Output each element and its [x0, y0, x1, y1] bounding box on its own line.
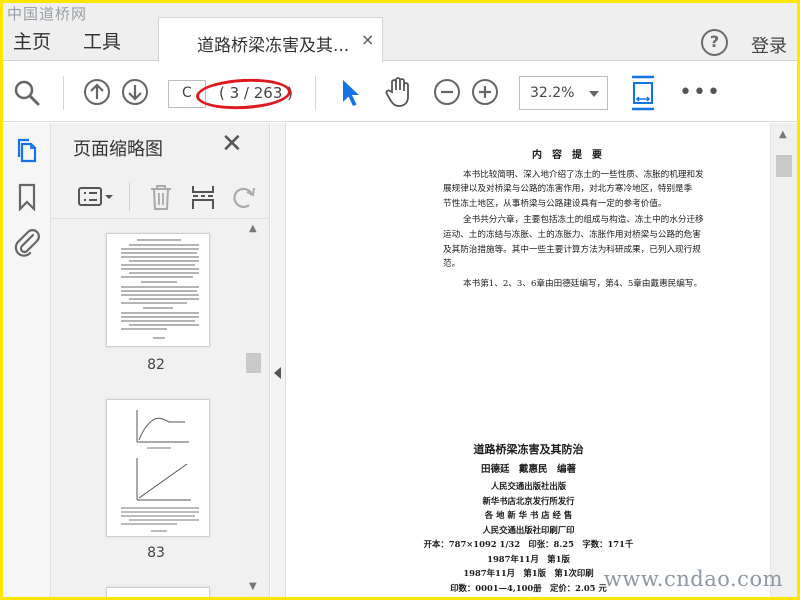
document-scrollbar[interactable]: ▲	[770, 123, 797, 597]
pub-line: 人民交通出版社出版	[490, 481, 567, 491]
pub-line: 人民交通出版社印刷厂印	[482, 524, 575, 535]
thumbnail-graph-content	[121, 410, 199, 532]
thumbnail-toolbar	[51, 173, 270, 219]
summary-paragraph-2-cont: 运动、土的冻结与冻胀、土的冻胀力、冻胀作用对桥梁与公路的危害 及其防治措施等。其…	[443, 228, 701, 272]
scroll-up-icon[interactable]: ▲	[779, 129, 787, 140]
rotate-page-icon[interactable]	[231, 183, 257, 211]
left-rail	[3, 123, 51, 597]
red-annotation-ellipse	[195, 76, 292, 112]
zoom-out-icon[interactable]	[433, 78, 461, 106]
thumbnail-page-82[interactable]	[106, 233, 210, 347]
pdf-reader-window: 中国道桥网 主页 工具 道路桥梁冻害及其... × ? 登录 C ( 3 / 2…	[3, 3, 797, 597]
summary-line: 运动、土的冻结与冻胀、土的冻胀力、冻胀作用对桥梁与公路的危害	[443, 230, 701, 240]
pub-line: 1987年11月 第1版	[487, 553, 570, 564]
thumbnail-scrollbar[interactable]: ▲ ▼	[245, 221, 262, 597]
fit-page-icon[interactable]	[629, 75, 657, 111]
summary-line: 展规律以及对桥梁与公路的冻害作用，对北方寒冷地区，特别是季	[443, 184, 693, 194]
book-authors: 田德廷 戴惠民 编著	[480, 464, 576, 475]
summary-paragraph-1-cont: 展规律以及对桥梁与公路的冻害作用，对北方寒冷地区，特别是季 节性冻土地区，从事桥…	[443, 182, 692, 211]
toolbar-separator	[63, 76, 64, 110]
thumbnail-page-label: 82	[147, 357, 165, 373]
toolbar-separator	[315, 76, 316, 110]
chevron-down-icon	[589, 91, 599, 97]
summary-paragraph-2: 全书共分六章，主要包括冻土的组成与构造、冻土中的水分迁移	[463, 213, 704, 228]
login-button[interactable]: 登录	[751, 32, 787, 58]
page-thumbnails-icon[interactable]	[15, 137, 39, 165]
scrollbar-thumb[interactable]	[776, 155, 792, 177]
close-panel-icon[interactable]: ✕	[221, 129, 243, 159]
summary-line: 节性冻土地区，从事桥梁与公路建设具有一定的参考价值。	[443, 198, 667, 209]
toolbar-separator	[129, 183, 130, 211]
delete-page-icon[interactable]	[148, 183, 174, 211]
summary-line: 本书比较简明、深入地介绍了冻土的一些性质、冻胀的机理和发	[463, 170, 704, 180]
book-title: 道路桥梁冻害及其防治	[473, 443, 584, 456]
summary-title: 内 容 提 要	[532, 150, 602, 161]
panel-collapse-strip[interactable]	[271, 123, 286, 597]
thumbnail-page-next[interactable]	[106, 587, 210, 597]
summary-line: 范。	[443, 259, 461, 269]
zoom-dropdown[interactable]: 32.2%	[519, 76, 608, 110]
scroll-down-icon[interactable]: ▼	[249, 581, 257, 592]
summary-paragraph-3: 本书第1、2、3、6章由田德廷编写，第4、5章由戴惠民编写。	[463, 279, 703, 289]
watermark-top: 中国道桥网	[7, 5, 88, 23]
watermark-bottom: www.cndao.com	[603, 567, 783, 591]
pub-line: 新华书店北京发行所发行	[482, 495, 575, 506]
document-view: 内 容 提 要 本书比较简明、深入地介绍了冻土的一些性质、冻胀的机理和发 展规律…	[287, 123, 770, 597]
next-page-icon[interactable]	[121, 78, 149, 106]
thumbnail-panel-title: 页面缩略图	[73, 139, 163, 160]
close-tab-icon[interactable]: ×	[361, 30, 374, 49]
attachment-icon[interactable]	[13, 225, 41, 257]
tab-bar: 主页 工具 道路桥梁冻害及其... × ? 登录	[3, 3, 797, 62]
pub-line: 开本：787×1092 1/32 印张：8.25 字数：171千	[423, 539, 634, 549]
thumbnail-list: 82 83	[51, 221, 270, 597]
thumbnail-text-content	[121, 239, 199, 339]
summary-line: 及其防治措施等。其中一些主要计算方法为科研成果，已列入现行规	[443, 244, 701, 255]
bookmark-icon[interactable]	[17, 183, 37, 211]
tools-tab[interactable]: 工具	[83, 27, 121, 54]
scrollbar-thumb[interactable]	[246, 353, 261, 373]
home-tab[interactable]: 主页	[13, 27, 51, 54]
help-icon[interactable]: ?	[701, 29, 728, 56]
zoom-value: 32.2%	[530, 85, 575, 101]
select-cursor-icon[interactable]	[340, 78, 362, 108]
zoom-in-icon[interactable]	[471, 78, 499, 106]
previous-page-icon[interactable]	[83, 78, 111, 106]
thumbnail-page-83[interactable]	[106, 399, 210, 537]
thumbnail-options-icon[interactable]	[77, 185, 117, 209]
summary-paragraph-1: 本书比较简明、深入地介绍了冻土的一些性质、冻胀的机理和发	[463, 168, 704, 183]
summary-line: 全书共分六章，主要包括冻土的组成与构造、冻土中的水分迁移	[463, 215, 704, 225]
scroll-up-icon[interactable]: ▲	[249, 223, 257, 234]
document-tab-title: 道路桥梁冻害及其...	[197, 36, 350, 56]
pub-line: 各 地 新 华 书 店 经 售	[484, 510, 573, 520]
collapse-arrow-icon[interactable]	[274, 367, 281, 379]
search-icon[interactable]	[13, 79, 41, 107]
thumbnail-page-label: 83	[147, 545, 165, 561]
document-tab[interactable]: 道路桥梁冻害及其... ×	[158, 17, 383, 62]
hand-tool-icon[interactable]	[383, 76, 413, 108]
extract-page-icon[interactable]	[189, 183, 217, 211]
toolbar: C ( 3 / 263 ) 32.2% •••	[3, 62, 797, 122]
more-options-icon[interactable]: •••	[679, 80, 721, 105]
thumbnail-panel: 页面缩略图 ✕ 82 83 ▲ ▼	[51, 123, 270, 597]
